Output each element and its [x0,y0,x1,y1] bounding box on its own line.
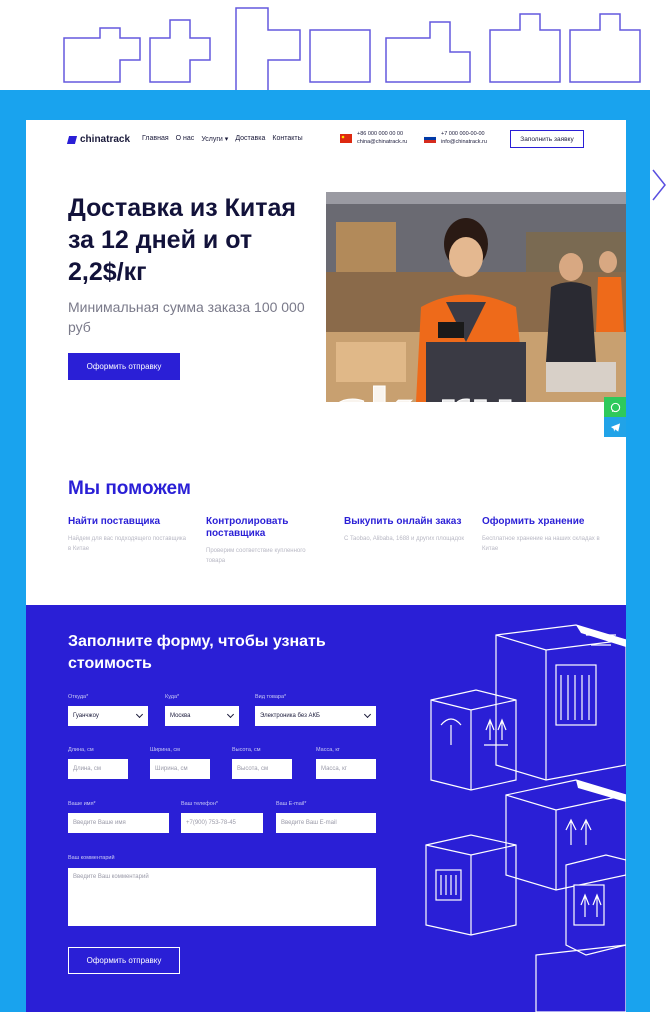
form-title: Заполните форму, чтобы узнать стоимость [68,633,326,672]
russia-flag-icon [424,133,436,143]
help-item-name: Контролировать поставщика [206,516,289,539]
phone-input[interactable]: +7(900) 753-78-45 [181,813,263,833]
width-input[interactable]: Ширина, см [150,759,210,779]
hero-title: Доставка из Китая за 12 дней и от 2,2$/к… [68,194,296,286]
contact-russia: +7 000 000-00-00 info@chinatrack.ru [424,130,487,146]
request-button[interactable]: Заполнить заявку [510,130,584,148]
phone-label: Ваш телефон* [181,801,219,807]
hero-subtitle: Минимальная сумма заказа 100 000 руб [68,299,305,335]
from-value: Гуанчжоу [73,713,99,719]
logo-mark-icon [66,135,78,144]
help-item-buyout[interactable]: Выкупить онлайн заказ С Taobao, Alibaba,… [344,516,464,544]
chevron-right-icon[interactable] [651,168,667,202]
telegram-icon [610,422,620,432]
help-item-desc: Найдем для вас подходящего поставщика в … [68,536,186,552]
nav-item-services[interactable]: Услуги ▾ [201,135,228,143]
russia-phone[interactable]: +7 000 000-00-00 [441,130,487,138]
header: chinatrack Главная О нас Услуги ▾ Достав… [26,120,626,160]
hero-ship-button[interactable]: Оформить отправку [68,353,180,380]
cargo-select[interactable]: Электроника без АКБ [255,706,376,726]
china-email[interactable]: china@chinatrack.ru [357,138,407,146]
hero-photo-warehouse-worker [326,192,626,402]
length-input[interactable]: Длина, см [68,759,128,779]
boxes-illustration [425,624,626,1012]
chevron-down-icon [363,710,372,719]
help-item-name: Выкупить онлайн заказ [344,516,462,527]
help-item-name: Оформить хранение [482,516,585,527]
help-item-desc: Проверим соответствие купленного товара [206,548,306,564]
russia-email[interactable]: info@chinatrack.ru [441,138,487,146]
contact-china: +86 000 000 00 00 china@chinatrack.ru [340,130,407,146]
name-input[interactable]: Введите Ваше имя [68,813,169,833]
help-item-name: Найти поставщика [68,516,161,527]
to-value: Москва [170,713,191,719]
width-label: Ширина, см [150,747,180,753]
length-label: Длина, см [68,747,94,753]
help-item-find-supplier[interactable]: Найти поставщика Найдем для вас подходящ… [68,516,188,554]
nav-item-about[interactable]: О нас [176,135,195,143]
cargo-value: Электроника без АКБ [260,713,320,719]
logo[interactable]: chinatrack [66,134,131,145]
main-nav: Главная О нас Услуги ▾ Доставка Контакты [142,135,303,143]
china-phone[interactable]: +86 000 000 00 00 [357,130,407,138]
from-select[interactable]: Гуанчжоу [68,706,148,726]
help-item-control-supplier[interactable]: Контролировать поставщика Проверим соотв… [206,516,326,566]
help-item-desc: С Taobao, Alibaba, 1688 и других площадо… [344,536,464,542]
weight-label: Масса, кг [316,747,340,753]
logo-text: chinatrack [80,134,131,145]
china-flag-icon [340,133,352,143]
whatsapp-icon [610,402,620,412]
social-buttons [604,397,626,437]
comment-label: Ваш комментарий [68,855,115,861]
nav-item-home[interactable]: Главная [142,135,169,143]
comment-textarea[interactable]: Введите Ваш комментарий [68,868,376,926]
to-select[interactable]: Москва [165,706,239,726]
from-label: Откуда* [68,694,89,700]
chevron-down-icon [135,710,144,719]
height-input[interactable]: Высота, см [232,759,292,779]
watermark-text: chinatrack.ru [26,378,517,448]
svg-text:chinatrack.ru: chinatrack.ru [26,378,517,448]
help-item-storage[interactable]: Оформить хранение Бесплатное хранение на… [482,516,602,554]
nav-item-services-label: Услуги [201,136,223,143]
telegram-button[interactable] [604,417,626,437]
to-label: Куда* [165,694,180,700]
nav-item-delivery[interactable]: Доставка [235,135,265,143]
cargo-label: Вид товара* [255,694,287,700]
chevron-down-icon [226,710,235,719]
cost-form-section: Заполните форму, чтобы узнать стоимость … [26,605,626,1012]
form-submit-button[interactable]: Оформить отправку [68,947,180,974]
height-label: Высота, см [232,747,261,753]
email-label: Ваш E-mail* [276,801,307,807]
email-input[interactable]: Введите Ваш E-mail [276,813,376,833]
help-item-desc: Бесплатное хранение на наших складах в К… [482,536,600,552]
landing-page: chinatrack Главная О нас Услуги ▾ Достав… [26,120,626,1012]
help-title: Мы поможем [68,478,191,499]
name-label: Ваше имя* [68,801,96,807]
whatsapp-button[interactable] [604,397,626,417]
weight-input[interactable]: Масса, кг [316,759,376,779]
nav-item-contacts[interactable]: Контакты [272,135,302,143]
